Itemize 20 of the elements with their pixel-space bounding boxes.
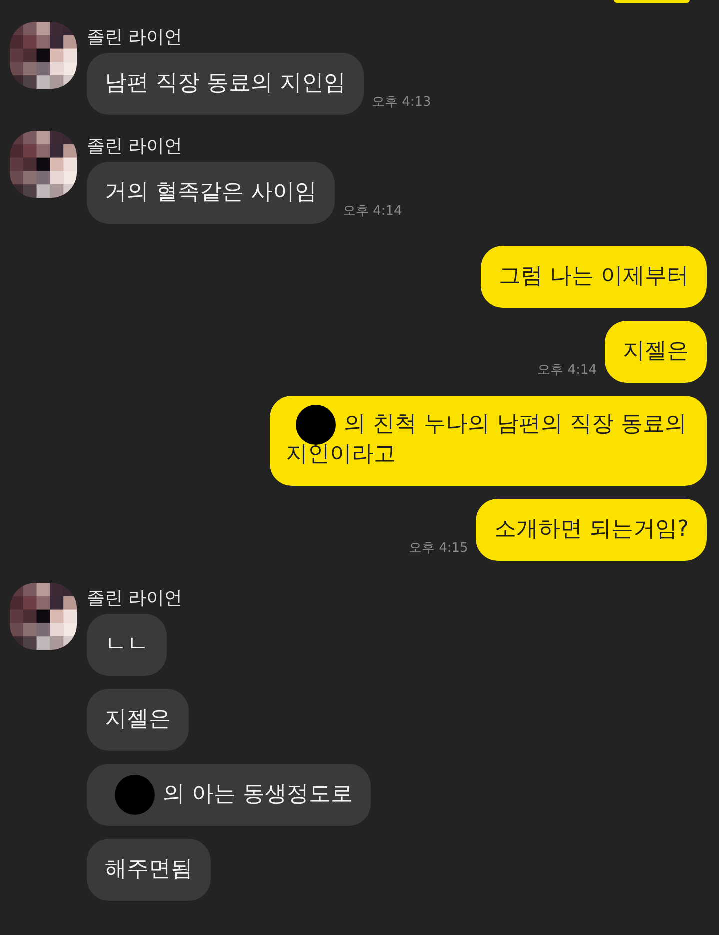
- message-bubble: 거의 혈족같은 사이임: [87, 162, 335, 224]
- message-bubble: 지젤은: [605, 321, 707, 383]
- message-bubble: 해주면됨: [87, 839, 211, 901]
- message-text: 의 아는 동생정도로: [163, 781, 353, 809]
- sender-name: 졸린 라이언: [87, 26, 184, 49]
- message-bubble: 소개하면 되는거임?: [476, 499, 707, 561]
- timestamp: 오후 4:14: [343, 203, 402, 220]
- message-bubble: ㄴㄴ: [87, 614, 167, 676]
- sender-name: 졸린 라이언: [87, 587, 184, 610]
- redaction-mark: [115, 775, 155, 815]
- timestamp: 오후 4:14: [538, 362, 597, 379]
- redaction-mark: [296, 405, 336, 445]
- message-text: 지인이라고: [286, 441, 396, 469]
- message-bubble: 지젤은: [87, 689, 189, 751]
- sender-name: 졸린 라이언: [87, 135, 184, 158]
- timestamp: 오후 4:13: [372, 94, 432, 111]
- message-text: 의 친척 누나의 남편의 직장 동료의: [344, 411, 687, 439]
- timestamp: 오후 4:15: [409, 540, 468, 557]
- message-bubble: 그럼 나는 이제부터: [481, 246, 707, 308]
- message-bubble: 남편 직장 동료의 지인임: [87, 53, 364, 115]
